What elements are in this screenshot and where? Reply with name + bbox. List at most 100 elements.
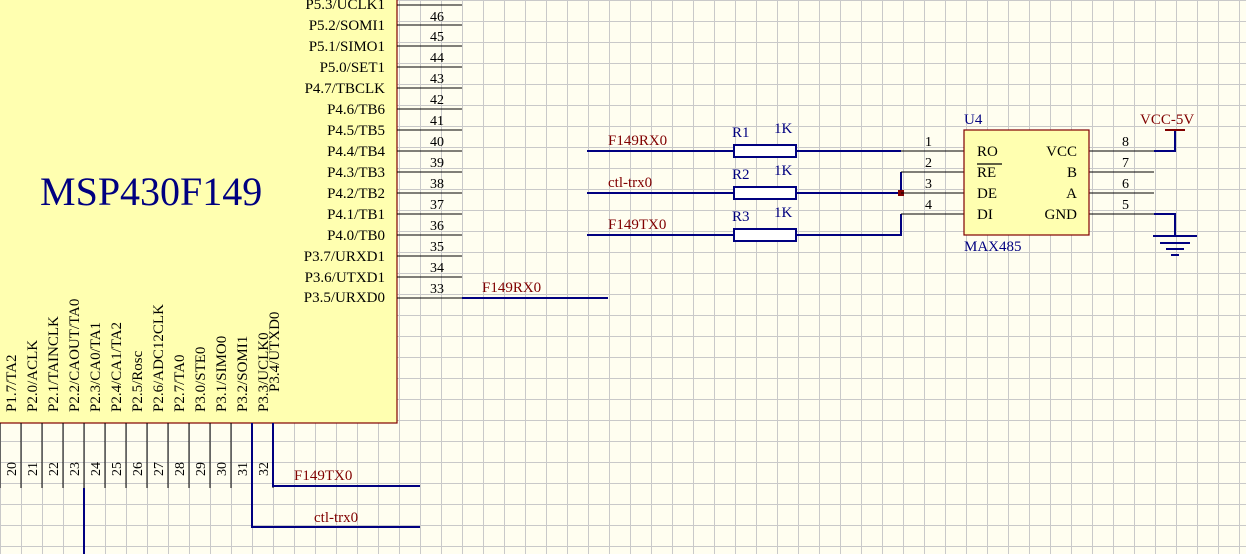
mcu-pin-label: P5.2/SOMI1 — [309, 18, 385, 34]
max485-pin-label: RO — [977, 144, 998, 160]
resistor-r2[interactable] — [733, 186, 797, 200]
max485-pin-number: 7 — [1122, 156, 1129, 171]
mcu-pin-number: 30 — [215, 462, 230, 476]
mcu-pin-number: 27 — [152, 462, 167, 476]
max485-pin-number: 1 — [925, 135, 932, 150]
max485-pin-number: 6 — [1122, 177, 1129, 192]
max485-ref: U4 — [964, 112, 983, 128]
resistor-network: F149RX0 ctl-trx0 F149TX0 R1 1K R2 1K R3 … — [587, 121, 904, 242]
max485-pin-label: B — [1067, 165, 1077, 181]
net-label-f149tx0[interactable]: F149TX0 — [294, 468, 352, 484]
net-label-f149rx0[interactable]: F149RX0 — [608, 133, 667, 149]
mcu-pin-number: 32 — [257, 462, 272, 476]
mcu-pin-label: P4.5/TB5 — [327, 123, 385, 139]
mcu-pin-number: 36 — [430, 219, 444, 234]
mcu-pin-number: 34 — [430, 261, 444, 276]
mcu-pin-label: P4.4/TB4 — [327, 144, 385, 160]
mcu-pin-label: P5.3/UCLK1 — [305, 0, 385, 13]
resistor-value: 1K — [774, 163, 793, 179]
mcu-pin-number: 22 — [47, 462, 62, 476]
mcu-pin-label: P4.1/TB1 — [327, 207, 385, 223]
max485-pin-number: 4 — [925, 198, 932, 213]
resistor-r3[interactable] — [733, 228, 797, 242]
mcu-pin-label: P3.4/UTXD0 — [267, 312, 283, 392]
max485-pin-number: 8 — [1122, 135, 1129, 150]
mcu-pin-label: P2.2/CAOUT/TA0 — [67, 299, 83, 412]
mcu-pin-label: P3.0/STE0 — [193, 347, 209, 412]
mcu-pin-number: 21 — [26, 462, 41, 476]
mcu-pin-number: 31 — [236, 462, 251, 476]
mcu-pin-label: P2.7/TA0 — [172, 354, 188, 412]
mcu-pin-number: 41 — [430, 114, 444, 129]
max485-component[interactable]: U4 MAX485 1 2 3 4 RO RE DE DI VCC B A GN… — [901, 112, 1154, 255]
mcu-pin-label: P4.6/TB6 — [327, 102, 385, 118]
max485-pin-number: 2 — [925, 156, 932, 171]
mcu-pin-label: P3.5/URXD0 — [304, 290, 385, 306]
mcu-pin-label: P2.4/CA1/TA2 — [109, 322, 125, 412]
mcu-pin-label: P4.0/TB0 — [327, 228, 385, 244]
wire-r3-di[interactable] — [796, 214, 902, 236]
power-label-vcc[interactable]: VCC-5V — [1140, 112, 1194, 128]
mcu-pin-number: 38 — [430, 177, 444, 192]
mcu-pin-label: P3.6/UTXD1 — [305, 270, 385, 286]
max485-pin-number: 5 — [1122, 198, 1129, 213]
mcu-pin-number: 37 — [430, 198, 444, 213]
mcu-pin-number: 40 — [430, 135, 444, 150]
mcu-pin-number: 43 — [430, 72, 444, 87]
mcu-pin-number: 20 — [5, 462, 20, 476]
max485-pin-label: DE — [977, 186, 997, 202]
ground-icon — [1153, 235, 1197, 256]
max485-pin-label: GND — [1045, 207, 1078, 223]
max485-pin-number: 3 — [925, 177, 932, 192]
mcu-pin-number: 44 — [430, 51, 444, 66]
resistor-value: 1K — [774, 205, 793, 221]
wire-gnd[interactable] — [1154, 213, 1176, 235]
mcu-pin-number: 26 — [131, 462, 146, 476]
mcu-pin-number: 25 — [110, 462, 125, 476]
mcu-pin-label: P2.3/CA0/TA1 — [88, 322, 104, 412]
mcu-pin-number: 23 — [68, 462, 83, 476]
power-symbols: VCC-5V — [1140, 112, 1197, 256]
mcu-pin-label: P4.3/TB3 — [327, 165, 385, 181]
schematic-canvas: MSP430F149 P5.3/UCLK1 P5.2/SOMI1 P5.1/SI… — [0, 0, 1197, 554]
mcu-pin-label: P5.0/SET1 — [320, 60, 385, 76]
mcu-pin-label: P5.1/SIMO1 — [309, 39, 385, 55]
mcu-pin-label: P3.7/URXD1 — [304, 249, 385, 265]
mcu-component[interactable]: MSP430F149 P5.3/UCLK1 P5.2/SOMI1 P5.1/SI… — [0, 0, 608, 554]
max485-name: MAX485 — [964, 239, 1022, 255]
mcu-pin-number: 24 — [89, 462, 104, 476]
mcu-pin-label: P2.0/ACLK — [25, 340, 41, 412]
mcu-pin-number: 45 — [430, 30, 444, 45]
resistor-ref: R3 — [732, 209, 750, 225]
net-label-ctl-trx0[interactable]: ctl-trx0 — [608, 175, 652, 191]
wire-vcc[interactable] — [1154, 130, 1176, 152]
mcu-pin-label: P3.2/SOMI1 — [235, 336, 251, 412]
max485-pin-label: RE — [977, 165, 996, 181]
mcu-pin-label: P2.1/TAINCLK — [46, 316, 62, 412]
mcu-pin-number: 35 — [430, 240, 444, 255]
net-label-ctl-trx0[interactable]: ctl-trx0 — [314, 510, 358, 526]
resistor-ref: R1 — [732, 125, 750, 141]
resistor-value: 1K — [774, 121, 793, 137]
net-label-f149tx0[interactable]: F149TX0 — [608, 217, 666, 233]
mcu-pin-label: P4.2/TB2 — [327, 186, 385, 202]
max485-pin-label: VCC — [1046, 144, 1077, 160]
mcu-pin-label: P3.1/SIMO0 — [214, 336, 230, 412]
mcu-pin-number: 46 — [430, 10, 444, 25]
mcu-pin-label: P2.5/Rosc — [130, 350, 146, 412]
mcu-pin-label: P1.7/TA2 — [4, 354, 20, 412]
mcu-pin-label: P4.7/TBCLK — [305, 81, 386, 97]
resistor-r1[interactable] — [733, 144, 797, 158]
mcu-pin-number: 33 — [430, 282, 444, 297]
mcu-pin-number: 42 — [430, 93, 444, 108]
mcu-pin-number: 39 — [430, 156, 444, 171]
mcu-pin-number: 29 — [194, 462, 209, 476]
mcu-pin-number: 28 — [173, 462, 188, 476]
max485-pin-label: A — [1066, 186, 1077, 202]
mcu-name: MSP430F149 — [40, 169, 262, 214]
mcu-pin-label: P2.6/ADC12CLK — [151, 304, 167, 412]
resistor-ref: R2 — [732, 167, 750, 183]
mcu-right-pins: P5.3/UCLK1 P5.2/SOMI1 P5.1/SIMO1 P5.0/SE… — [304, 0, 462, 306]
max485-pin-label: DI — [977, 207, 993, 223]
net-label-f149rx0[interactable]: F149RX0 — [482, 280, 541, 296]
